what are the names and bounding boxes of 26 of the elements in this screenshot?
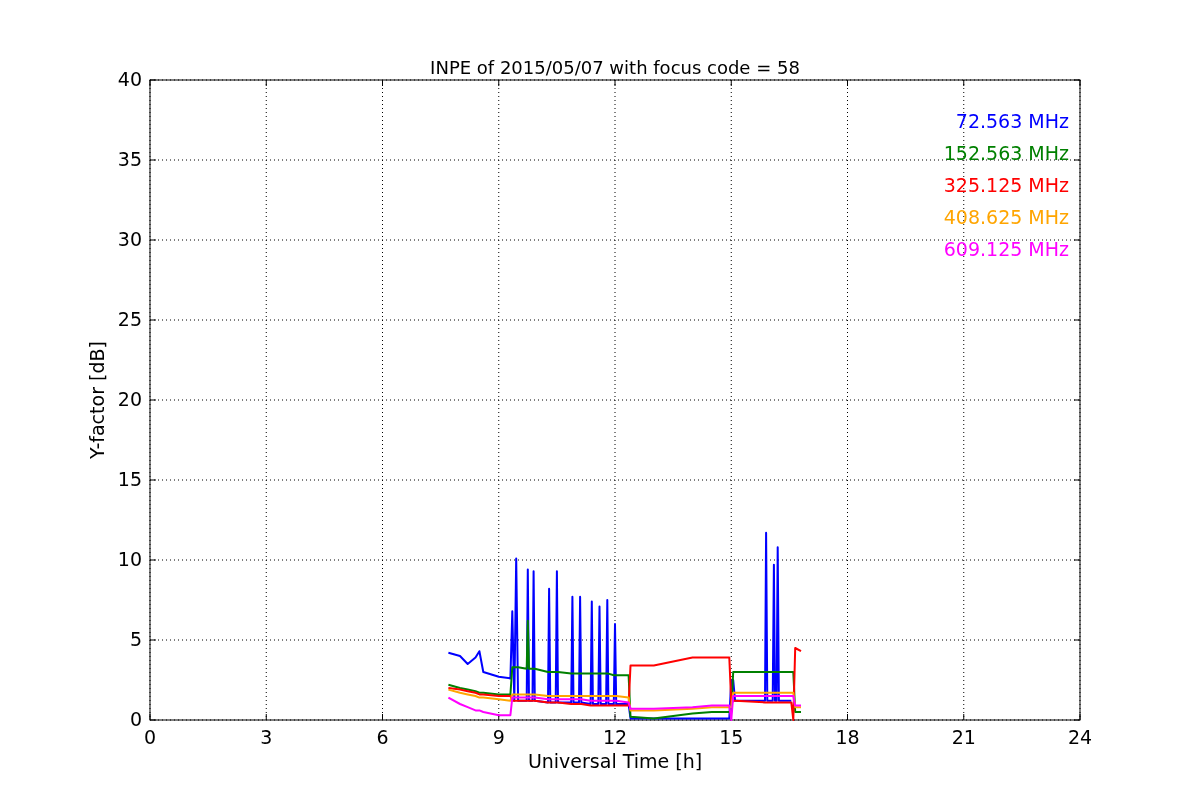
tick-label: 6 xyxy=(376,726,389,748)
legend-label: 609.125 MHz xyxy=(943,238,1069,260)
tick-label: 15 xyxy=(719,726,744,748)
tick-label: 3 xyxy=(260,726,273,748)
tick-label: 30 xyxy=(117,228,142,250)
tick-label: 35 xyxy=(117,148,142,170)
tick-label: 21 xyxy=(951,726,976,748)
tick-label: 9 xyxy=(492,726,505,748)
legend-label: 152.563 MHz xyxy=(943,142,1069,164)
legend-label: 408.625 MHz xyxy=(943,206,1069,228)
y-axis-label: Y-factor [dB] xyxy=(86,341,108,459)
tick-label: 0 xyxy=(129,708,142,730)
tick-label: 5 xyxy=(129,628,142,650)
tick-label: 40 xyxy=(117,68,142,90)
tick-label: 10 xyxy=(117,548,142,570)
legend-label: 325.125 MHz xyxy=(943,174,1069,196)
tick-label: 0 xyxy=(143,726,157,748)
x-axis-label: Universal Time [h] xyxy=(527,750,703,772)
legend-label: 72.563 MHz xyxy=(955,110,1069,132)
tick-label: 12 xyxy=(602,726,628,748)
tick-label: 24 xyxy=(1067,726,1093,748)
tick-label: 15 xyxy=(117,468,142,490)
tick-label: 20 xyxy=(117,388,142,410)
chart-title: INPE of 2015/05/07 with focus code = 58 xyxy=(430,57,800,78)
tick-label: 18 xyxy=(835,726,860,748)
tick-label: 25 xyxy=(117,308,142,330)
